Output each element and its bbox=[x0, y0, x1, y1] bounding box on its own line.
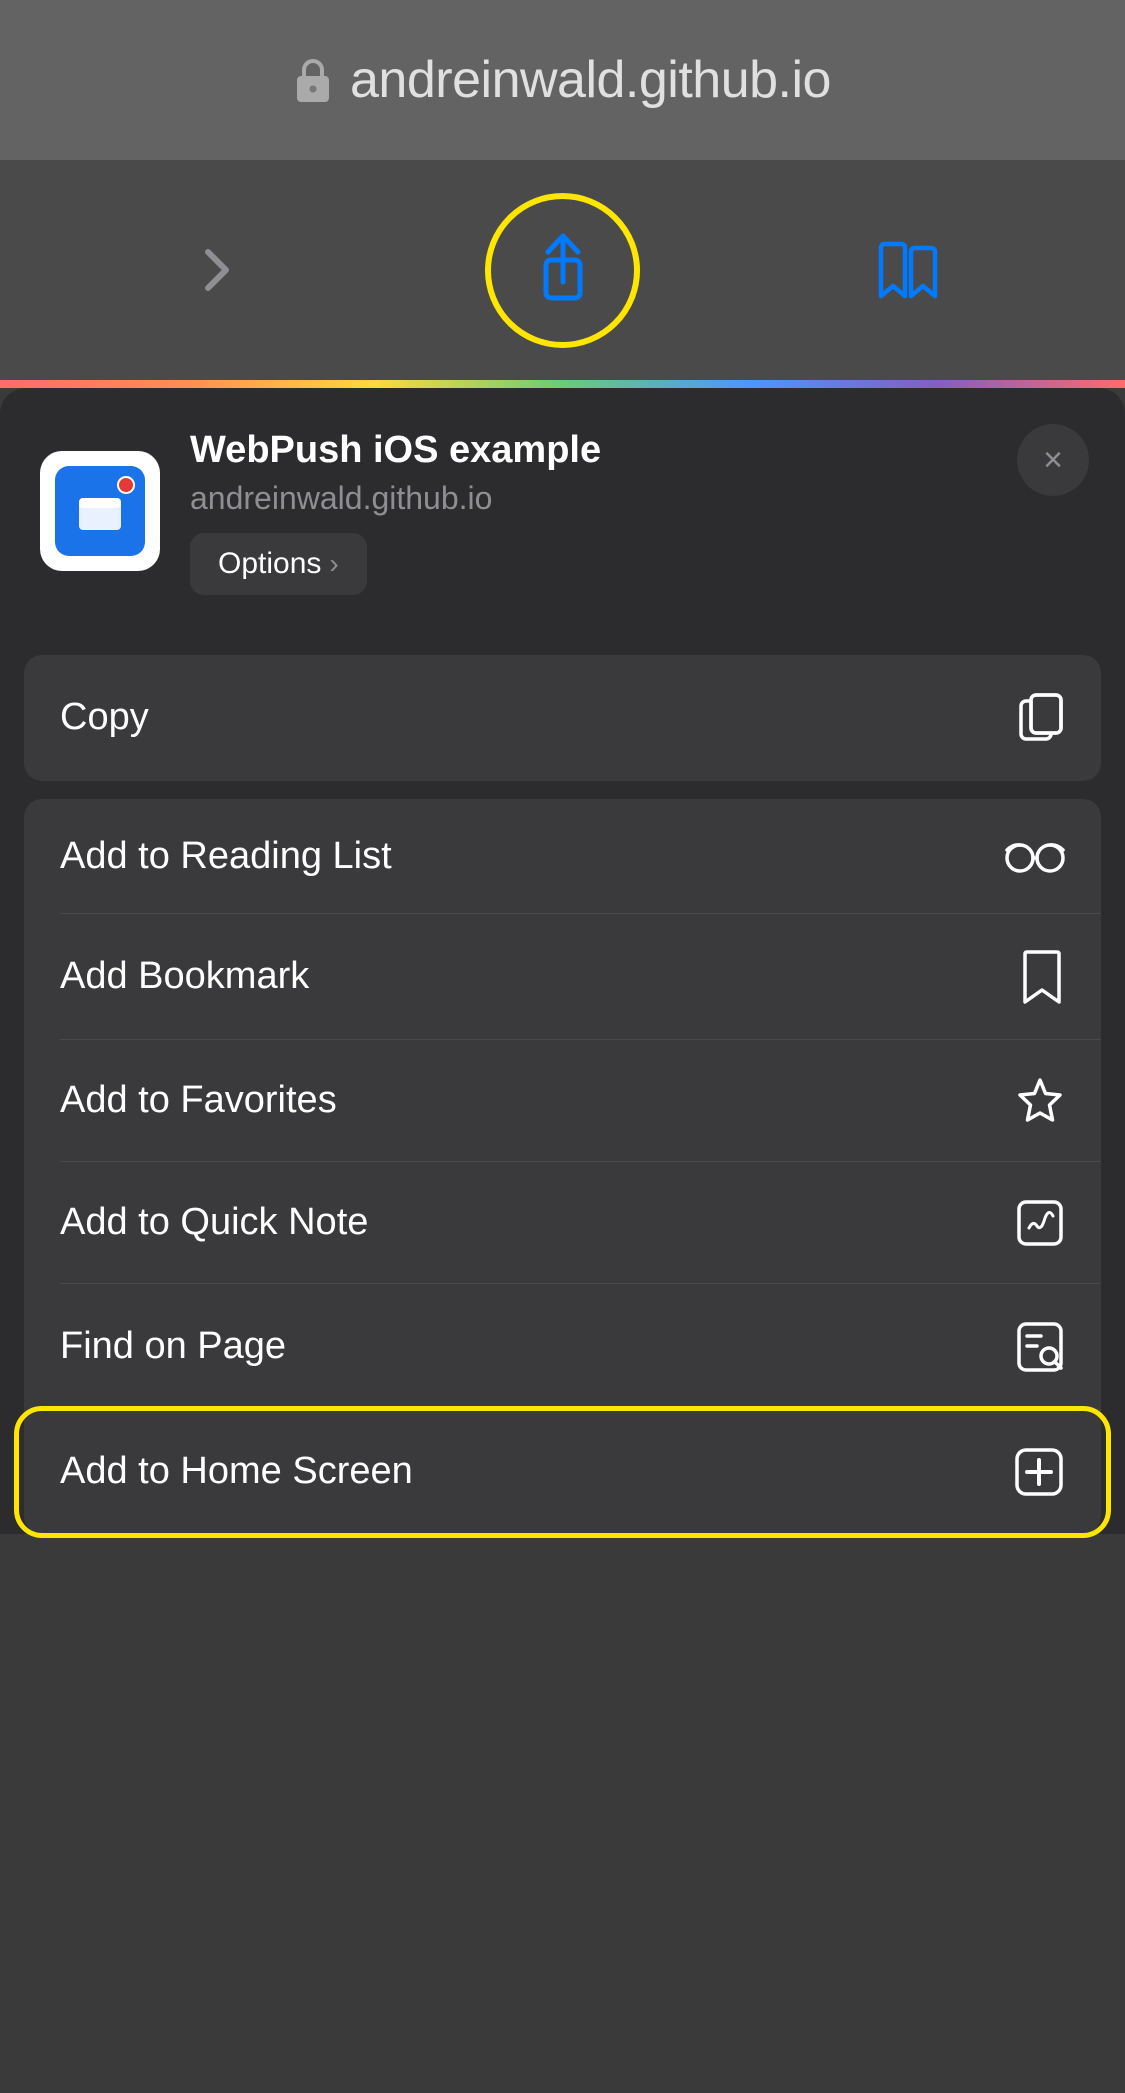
add-home-screen-icon bbox=[1013, 1446, 1065, 1498]
find-on-page-label: Find on Page bbox=[60, 1325, 286, 1368]
close-icon: × bbox=[1043, 443, 1063, 477]
options-button[interactable]: Options › bbox=[190, 533, 367, 595]
options-label: Options bbox=[218, 547, 321, 581]
app-url: andreinwald.github.io bbox=[190, 480, 1085, 517]
copy-section: Copy bbox=[24, 655, 1101, 781]
add-bookmark-label: Add Bookmark bbox=[60, 955, 309, 998]
lock-icon bbox=[294, 56, 332, 104]
reading-list-icon bbox=[1005, 838, 1065, 874]
forward-button[interactable] bbox=[168, 220, 268, 320]
app-title: WebPush iOS example bbox=[190, 428, 1085, 474]
copy-icon bbox=[1017, 691, 1065, 745]
bookmark-icon bbox=[1019, 950, 1065, 1004]
copy-row[interactable]: Copy bbox=[24, 655, 1101, 781]
close-button[interactable]: × bbox=[1017, 424, 1089, 496]
quick-note-icon bbox=[1015, 1198, 1065, 1248]
add-home-screen-row[interactable]: Add to Home Screen bbox=[24, 1410, 1101, 1534]
app-title-wrap: WebPush iOS example andreinwald.github.i… bbox=[190, 428, 1085, 595]
copy-label: Copy bbox=[60, 696, 149, 739]
app-icon-dot bbox=[117, 476, 135, 494]
url-text: andreinwald.github.io bbox=[350, 50, 831, 110]
add-quick-note-row[interactable]: Add to Quick Note bbox=[24, 1162, 1101, 1284]
add-reading-list-row[interactable]: Add to Reading List bbox=[24, 799, 1101, 914]
share-sheet: WebPush iOS example andreinwald.github.i… bbox=[0, 388, 1125, 1534]
find-on-page-icon bbox=[1015, 1320, 1065, 1374]
bookmarks-icon bbox=[873, 240, 943, 300]
rainbow-divider bbox=[0, 380, 1125, 388]
app-icon-svg bbox=[75, 486, 125, 536]
bookmarks-button[interactable] bbox=[858, 220, 958, 320]
find-on-page-row[interactable]: Find on Page bbox=[24, 1284, 1101, 1410]
toolbar bbox=[0, 160, 1125, 380]
share-button[interactable] bbox=[483, 190, 643, 350]
app-icon-inner bbox=[55, 466, 145, 556]
forward-icon bbox=[198, 240, 238, 300]
app-header: WebPush iOS example andreinwald.github.i… bbox=[0, 388, 1125, 625]
share-highlight-circle bbox=[485, 193, 640, 348]
add-favorites-label: Add to Favorites bbox=[60, 1079, 337, 1122]
options-chevron-icon: › bbox=[329, 548, 338, 580]
menu-section: Add to Reading List Add Bookmark Add to … bbox=[24, 799, 1101, 1534]
favorites-star-icon bbox=[1015, 1076, 1065, 1126]
add-home-screen-label: Add to Home Screen bbox=[60, 1450, 413, 1493]
add-favorites-row[interactable]: Add to Favorites bbox=[24, 1040, 1101, 1162]
url-display[interactable]: andreinwald.github.io bbox=[294, 50, 831, 110]
add-reading-list-label: Add to Reading List bbox=[60, 835, 392, 878]
app-icon bbox=[40, 451, 160, 571]
add-bookmark-row[interactable]: Add Bookmark bbox=[24, 914, 1101, 1040]
url-bar: andreinwald.github.io bbox=[0, 0, 1125, 160]
add-quick-note-label: Add to Quick Note bbox=[60, 1201, 368, 1244]
